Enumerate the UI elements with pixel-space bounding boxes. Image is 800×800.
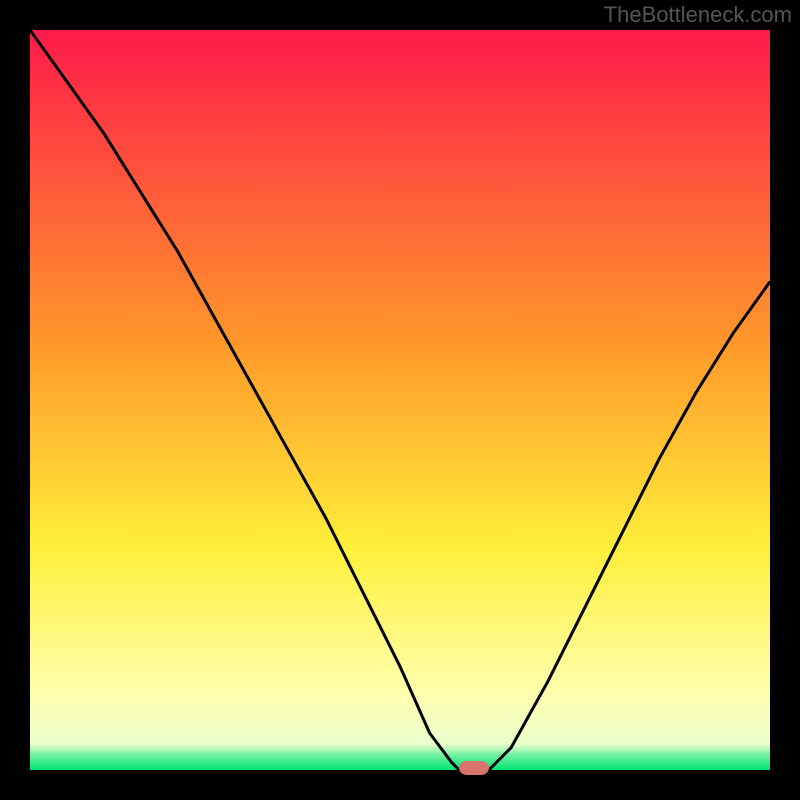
gradient-background [30, 30, 770, 770]
watermark-text: TheBottleneck.com [604, 2, 792, 28]
chart-container: TheBottleneck.com [0, 0, 800, 800]
optimum-marker [459, 761, 489, 775]
bottleneck-chart [0, 0, 800, 800]
